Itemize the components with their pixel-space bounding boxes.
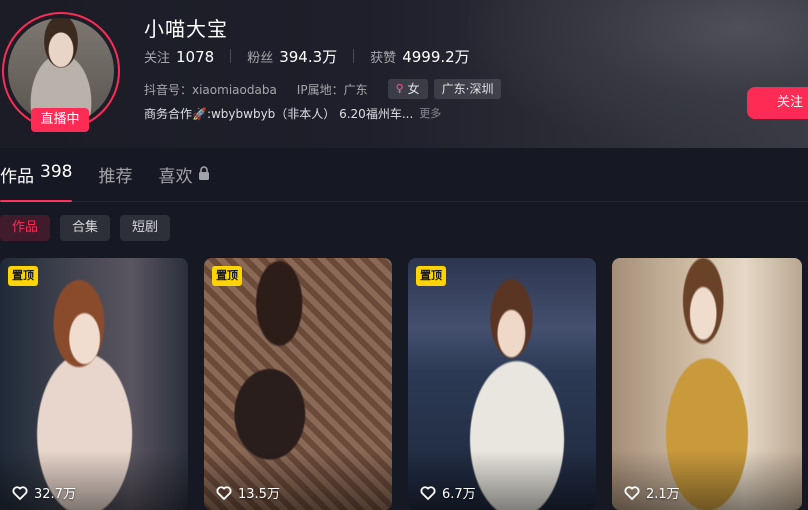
- subtab-works[interactable]: 作品: [0, 215, 51, 241]
- bio-more-link[interactable]: 更多: [419, 105, 441, 121]
- stat-label: 获赞: [370, 50, 397, 66]
- likes-count: 32.7万: [34, 487, 76, 502]
- profile-bio: 商务合作🚀:wbybwbyb（非本人） 6.20福州车... 更多: [144, 104, 441, 122]
- sub-tabs: 作品 合集 短剧: [0, 215, 180, 241]
- likes-count: 6.7万: [442, 487, 476, 502]
- tab-label: 喜欢: [158, 167, 193, 187]
- douyin-id: 抖音号：xiaomiaodaba: [144, 82, 277, 97]
- live-badge[interactable]: 直播中: [31, 108, 89, 132]
- stat-divider: [230, 49, 232, 63]
- subtab-collections[interactable]: 合集: [60, 215, 111, 241]
- pinned-badge: 置顶: [416, 266, 446, 286]
- profile-name: 小喵大宝: [144, 17, 228, 41]
- follow-button[interactable]: 关注: [747, 87, 808, 119]
- stat-following[interactable]: 关注 1078: [144, 47, 214, 66]
- tab-count: 398: [40, 162, 73, 182]
- likes-count: 13.5万: [238, 487, 280, 502]
- stat-followers[interactable]: 粉丝 394.3万: [247, 46, 337, 67]
- subtab-short-dramas[interactable]: 短剧: [120, 215, 171, 241]
- profile-stats: 关注 1078 粉丝 394.3万 获赞 4999.2万: [144, 46, 470, 66]
- profile-tabs: 作品 398 推荐 喜欢: [0, 158, 236, 202]
- profile-meta: 抖音号：xiaomiaodaba IP属地：广东 ♀ 女 广东·深圳: [144, 78, 507, 100]
- ip-location: IP属地：广东: [296, 82, 368, 97]
- stat-likes: 获赞 4999.2万: [370, 46, 470, 67]
- stat-divider: [353, 49, 355, 63]
- tabs-divider: [0, 201, 808, 202]
- heart-icon: [420, 485, 436, 500]
- female-icon: ♀: [395, 82, 404, 95]
- stat-label: 关注: [144, 50, 171, 66]
- gender-label: 女: [407, 82, 420, 96]
- stat-value: 4999.2万: [402, 47, 470, 66]
- stat-value: 1078: [176, 47, 215, 66]
- video-card[interactable]: 置顶 32.7万: [0, 258, 188, 510]
- tab-works[interactable]: 作品 398: [0, 158, 73, 202]
- video-card[interactable]: 2.1万: [612, 258, 802, 510]
- pinned-badge: 置顶: [8, 266, 38, 286]
- profile-header: 直播中 小喵大宝 关注 1078 粉丝 394.3万 获赞 4999.2万 抖音…: [0, 0, 808, 148]
- pinned-badge: 置顶: [212, 266, 242, 286]
- video-likes: 32.7万: [12, 483, 76, 502]
- location-tag: 广东·深圳: [433, 79, 502, 99]
- tab-label: 推荐: [98, 167, 133, 187]
- lock-icon: [199, 166, 210, 180]
- video-likes: 6.7万: [420, 483, 476, 502]
- stat-value: 394.3万: [279, 47, 338, 66]
- likes-count: 2.1万: [646, 487, 680, 502]
- video-grid: 置顶 32.7万 置顶 13.5万 置顶 6.7万 2.1万: [0, 258, 802, 510]
- gender-tag: ♀ 女: [387, 79, 428, 99]
- bio-text: 商务合作🚀:wbybwbyb（非本人） 6.20福州车...: [144, 106, 414, 121]
- video-card[interactable]: 置顶 13.5万: [204, 258, 392, 510]
- heart-icon: [216, 485, 232, 500]
- video-card[interactable]: 置顶 6.7万: [408, 258, 596, 510]
- video-likes: 2.1万: [624, 483, 680, 502]
- heart-icon: [624, 485, 640, 500]
- stat-label: 粉丝: [247, 50, 274, 66]
- heart-icon: [12, 485, 28, 500]
- header-background-art: [468, 0, 808, 148]
- tab-label: 作品: [0, 167, 34, 187]
- video-likes: 13.5万: [216, 483, 280, 502]
- tab-recommend[interactable]: 推荐: [98, 158, 132, 202]
- tab-likes[interactable]: 喜欢: [158, 158, 210, 202]
